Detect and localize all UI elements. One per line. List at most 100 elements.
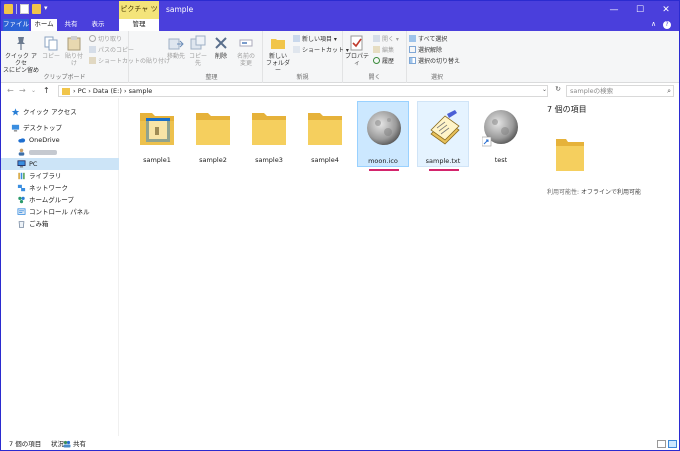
close-button[interactable]: ✕: [653, 1, 679, 19]
folder-icon: [252, 113, 286, 145]
details-title: 7 個の項目: [547, 105, 587, 114]
breadcrumb-drive[interactable]: Data (E:): [93, 87, 122, 95]
back-button[interactable]: ←: [7, 86, 14, 95]
move-to-label: 移動先: [166, 53, 185, 60]
nav-label: ごみ箱: [29, 220, 49, 228]
pin-icon: [17, 37, 25, 50]
nav-item-quick-access[interactable]: クイック アクセス: [1, 106, 119, 118]
delete-x-icon: [215, 37, 227, 49]
recent-locations-button[interactable]: ⌄: [31, 87, 36, 94]
availability-label: 利用可能性:: [547, 189, 580, 196]
file-item-sample2[interactable]: sample2: [187, 101, 239, 167]
paste-shortcut-button[interactable]: ショートカットの貼り付け: [89, 56, 171, 65]
nav-item-desktop[interactable]: デスクトップ: [1, 122, 119, 134]
forward-button[interactable]: →: [19, 86, 26, 95]
group-label-select: 選択: [430, 74, 443, 81]
open-button[interactable]: 開く ▾: [373, 34, 399, 43]
nav-item-libraries[interactable]: ライブラリ: [1, 170, 119, 182]
recycle-bin-icon: [18, 221, 25, 228]
shortcut-button[interactable]: ショートカット ▾: [293, 45, 349, 54]
copy-button[interactable]: コピー: [41, 35, 61, 60]
breadcrumb-sample[interactable]: sample: [129, 87, 153, 95]
ribbon-tabs: ファイル ホーム 共有 表示 管理 ∧ ?: [1, 19, 679, 31]
rename-button[interactable]: 名前の 変更: [233, 35, 259, 67]
paste-button[interactable]: 貼り付け: [63, 35, 85, 67]
properties-icon[interactable]: [20, 4, 29, 14]
file-item-moon-ico[interactable]: moon.ico: [357, 101, 409, 167]
refresh-button[interactable]: ↻: [552, 85, 564, 97]
details-view-button[interactable]: [657, 440, 666, 448]
nav-item-pc[interactable]: PC: [1, 158, 119, 170]
new-folder-button[interactable]: 新しい フォルダー: [265, 35, 291, 74]
nav-item-user[interactable]: [1, 146, 119, 158]
folder-icon: [196, 113, 230, 145]
paste-shortcut-label: ショートカットの貼り付け: [98, 57, 171, 65]
group-organize: 移動先 コピー先 削除 名前の 変更 整理: [161, 31, 263, 83]
pc-icon: [17, 160, 26, 168]
select-all-button[interactable]: すべて選択: [409, 34, 447, 43]
nav-item-control-panel[interactable]: コントロール パネル: [1, 206, 119, 218]
history-icon: [373, 56, 380, 64]
homegroup-icon: [18, 196, 25, 204]
delete-button[interactable]: 削除: [211, 35, 231, 60]
file-item-sample-txt[interactable]: sample.txt: [417, 101, 469, 167]
address-row: ← → ⌄ ↑ › PC › Data (E:) › sample ⌄ ↻ sa…: [1, 84, 679, 98]
breadcrumb-pc[interactable]: PC: [78, 87, 86, 95]
open-label: 開く ▾: [382, 35, 399, 43]
moon-shortcut-icon: [482, 110, 518, 147]
file-item-sample4[interactable]: sample4: [299, 101, 351, 167]
file-item-sample3[interactable]: sample3: [243, 101, 295, 167]
share-state: 共有: [63, 437, 86, 451]
new-item-button[interactable]: 新しい項目 ▾: [293, 34, 337, 43]
minimize-button[interactable]: —: [601, 1, 627, 19]
file-name: moon.ico: [368, 157, 398, 165]
up-button[interactable]: ↑: [43, 86, 50, 95]
pin-quick-access-button[interactable]: クイック アクセ スにピン留め: [3, 35, 39, 74]
history-label: 履歴: [382, 57, 395, 65]
address-dropdown-icon[interactable]: ⌄: [542, 86, 547, 93]
copy-path-button[interactable]: パスのコピー: [89, 45, 134, 54]
properties-button[interactable]: プロパティ: [343, 35, 371, 67]
file-item-sample1[interactable]: sample1: [131, 101, 183, 167]
availability-row: 利用可能性: オフラインで利用可能: [547, 187, 641, 196]
group-select: すべて選択 選択解除 選択の切り替え 選択: [407, 31, 467, 83]
nav-item-network[interactable]: ネットワーク: [1, 182, 119, 194]
large-icons-view-button[interactable]: [668, 440, 677, 448]
delete-label: 削除: [214, 53, 227, 60]
edit-button[interactable]: 編集: [373, 45, 394, 54]
qat-dropdown-icon[interactable]: ▾: [44, 4, 48, 14]
shortcut-icon: [293, 45, 300, 53]
nav-item-onedrive[interactable]: OneDrive: [1, 134, 119, 146]
copy-to-button[interactable]: コピー先: [187, 35, 209, 67]
tab-share[interactable]: 共有: [59, 19, 83, 31]
new-folder-icon[interactable]: [32, 4, 41, 14]
select-none-button[interactable]: 選択解除: [409, 45, 442, 54]
cut-button[interactable]: 切り取り: [89, 34, 123, 43]
tab-file[interactable]: ファイル: [3, 19, 29, 31]
address-bar[interactable]: › PC › Data (E:) › sample: [58, 85, 548, 97]
tab-manage[interactable]: 管理: [119, 19, 159, 31]
nav-item-homegroup[interactable]: ホームグループ: [1, 194, 119, 206]
search-input[interactable]: sampleの検索 ⌕: [566, 85, 674, 97]
history-button[interactable]: 履歴: [373, 56, 395, 65]
picture-tools-context-tab: ピクチャ ツール: [119, 1, 159, 29]
edit-icon: [373, 45, 380, 53]
collapse-ribbon-icon[interactable]: ∧: [651, 20, 656, 28]
maximize-button[interactable]: ☐: [627, 1, 653, 19]
new-item-label: 新しい項目 ▾: [302, 35, 337, 43]
separator: [16, 4, 17, 14]
nav-item-recycle-bin[interactable]: ごみ箱: [1, 218, 119, 230]
tab-view[interactable]: 表示: [85, 19, 111, 31]
tab-home[interactable]: ホーム: [31, 19, 57, 31]
scissors-icon: [89, 34, 96, 42]
cut-label: 切り取り: [98, 35, 123, 43]
invert-selection-label: 選択の切り替え: [418, 57, 461, 65]
move-to-button[interactable]: 移動先: [165, 35, 187, 60]
library-icon: [18, 172, 25, 180]
invert-selection-button[interactable]: 選択の切り替え: [409, 56, 461, 65]
copy-label: コピー: [41, 53, 60, 60]
copy-to-label: コピー先: [188, 53, 207, 67]
group-label-open: 開く: [368, 74, 381, 81]
help-icon[interactable]: ?: [663, 21, 671, 29]
file-item-test[interactable]: test: [475, 101, 527, 167]
